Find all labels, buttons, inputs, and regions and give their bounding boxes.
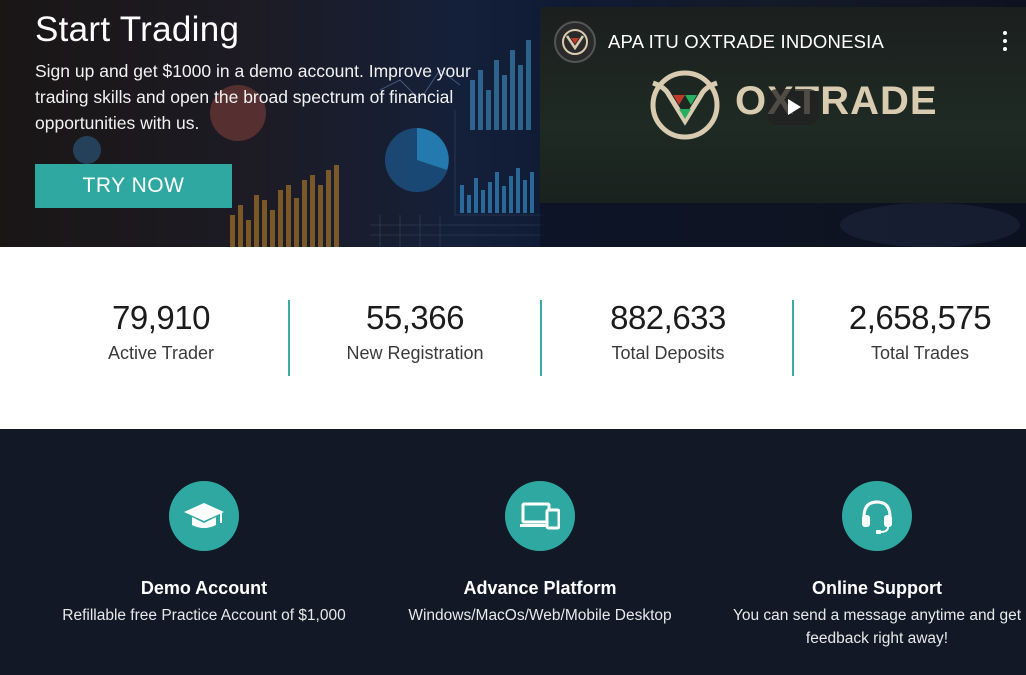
stat-value: 2,658,575	[848, 299, 992, 336]
stat-label: Active Trader	[107, 343, 215, 363]
headset-icon	[842, 481, 912, 551]
feature-title: Online Support	[812, 578, 942, 598]
feature-advance-platform: Advance Platform Windows/MacOs/Web/Mobil…	[370, 481, 710, 627]
devices-icon	[505, 481, 575, 551]
stat-total-trades: 2,658,575 Total Trades	[800, 299, 1026, 364]
stat-label: Total Deposits	[611, 343, 725, 363]
video-logo-text: OXTRADE	[735, 79, 938, 123]
stat-active-trader: 79,910 Active Trader	[41, 299, 281, 364]
stats-section: 79,910 Active Trader 55,366 New Registra…	[0, 247, 1026, 429]
hero-banner: Start Trading Sign up and get $1000 in a…	[0, 0, 1026, 247]
stat-value: 882,633	[610, 299, 726, 336]
stat-divider	[288, 300, 290, 376]
stat-label: Total Trades	[870, 343, 970, 363]
graduation-cap-icon	[169, 481, 239, 551]
stat-new-registration: 55,366 New Registration	[295, 299, 535, 364]
feature-description: Refillable free Practice Account of $1,0…	[62, 607, 346, 624]
feature-description: Windows/MacOs/Web/Mobile Desktop	[408, 607, 672, 624]
oxtrade-logo-icon[interactable]	[554, 21, 596, 63]
more-vert-icon[interactable]	[1002, 31, 1008, 51]
stat-divider	[792, 300, 794, 376]
stat-total-deposits: 882,633 Total Deposits	[548, 299, 788, 364]
video-player[interactable]: APA ITU OXTRADE INDONESIA OXTRADE	[540, 7, 1026, 203]
oxtrade-brand-logo	[650, 70, 720, 140]
video-title[interactable]: APA ITU OXTRADE INDONESIA	[608, 31, 884, 53]
feature-demo-account: Demo Account Refillable free Practice Ac…	[34, 481, 374, 627]
feature-title: Demo Account	[140, 578, 268, 598]
hero-title: Start Trading	[35, 10, 240, 49]
stat-divider	[540, 300, 542, 376]
play-icon[interactable]	[767, 89, 819, 125]
feature-online-support: Online Support You can send a message an…	[707, 481, 1026, 650]
stat-value: 79,910	[112, 299, 210, 336]
feature-title: Advance Platform	[463, 578, 617, 598]
hero-subtitle: Sign up and get $1000 in a demo account.…	[35, 61, 471, 133]
feature-description: You can send a message anytime and get f…	[732, 607, 1022, 647]
try-now-button[interactable]: TRY NOW	[35, 164, 232, 208]
features-section: Demo Account Refillable free Practice Ac…	[0, 429, 1026, 675]
stat-value: 55,366	[366, 299, 464, 336]
stat-label: New Registration	[346, 343, 484, 363]
